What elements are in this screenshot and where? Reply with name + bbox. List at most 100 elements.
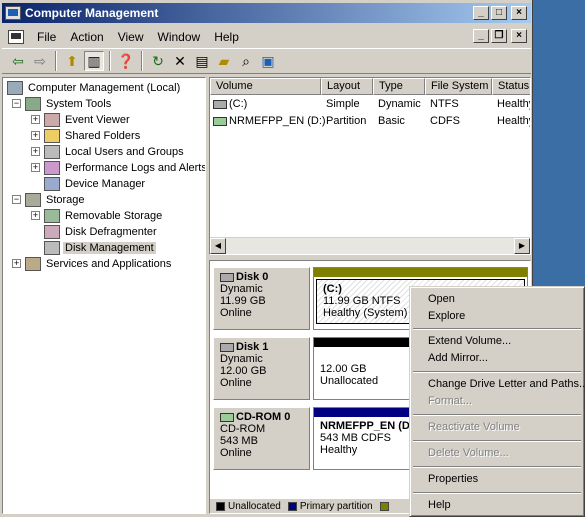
tree-item-perf-logs[interactable]: Performance Logs and Alerts xyxy=(44,160,205,176)
column-header-volume[interactable]: Volume xyxy=(210,78,321,95)
scroll-left-icon[interactable]: ◀ xyxy=(210,238,226,254)
delete-icon[interactable]: ✕ xyxy=(170,51,190,71)
context-menu: Open Explore Extend Volume... Add Mirror… xyxy=(409,286,585,517)
expand-toggle-event-viewer[interactable]: + xyxy=(31,115,40,124)
menu-help[interactable]: Help xyxy=(207,30,246,44)
properties-icon[interactable]: ❓ xyxy=(116,51,136,71)
table-row[interactable]: NRMEFPP_EN (D:) xyxy=(213,113,326,130)
disk-0-info[interactable]: Disk 0 Dynamic 11.99 GB Online xyxy=(213,267,310,330)
storage-icon xyxy=(25,193,41,207)
menu-item-extend-volume[interactable]: Extend Volume... xyxy=(428,333,511,350)
menu-item-properties[interactable]: Properties xyxy=(428,471,478,488)
tree-item-shared-folders[interactable]: Shared Folders xyxy=(44,128,142,144)
expand-toggle-perf-logs[interactable]: + xyxy=(31,163,40,172)
disk-1-info[interactable]: Disk 1 Dynamic 12.00 GB Online xyxy=(213,337,310,400)
menu-window[interactable]: Window xyxy=(151,30,208,44)
forward-arrow-icon[interactable]: ⇨ xyxy=(30,51,50,71)
disk-icon xyxy=(220,342,234,352)
tree-item-system-tools[interactable]: System Tools xyxy=(25,96,113,112)
expand-toggle-shared-folders[interactable]: + xyxy=(31,131,40,140)
event-viewer-icon xyxy=(44,113,60,127)
cdrom-0-info[interactable]: CD-ROM 0 CD-ROM 543 MB Online xyxy=(213,407,310,470)
table-cell-status: Healthy xyxy=(497,115,531,127)
users-icon xyxy=(44,145,60,159)
legend-swatch-unallocated xyxy=(216,501,225,511)
maximize-button[interactable]: □ xyxy=(491,6,507,20)
defragmenter-icon xyxy=(44,225,60,239)
column-header-status[interactable]: Status xyxy=(492,78,530,95)
show-tree-icon[interactable]: ▥ xyxy=(84,51,104,71)
collapse-toggle-system-tools[interactable]: − xyxy=(12,99,21,108)
column-header-type[interactable]: Type xyxy=(373,78,425,95)
menu-bar: File Action View Window Help _ ❐ × xyxy=(2,26,531,47)
table-cell-type: Dynamic xyxy=(378,98,421,110)
tree-item-removable-storage[interactable]: Removable Storage xyxy=(44,208,164,224)
collapse-toggle-storage[interactable]: − xyxy=(12,195,21,204)
minimize-button[interactable]: _ xyxy=(473,6,489,20)
window-title: Computer Management xyxy=(25,6,159,20)
menu-action[interactable]: Action xyxy=(63,30,110,44)
column-header-file-system[interactable]: File System xyxy=(425,78,492,95)
child-minimize-button[interactable]: _ xyxy=(473,29,489,43)
properties-page-icon[interactable]: ▤ xyxy=(192,51,212,71)
help-icon[interactable]: ▣ xyxy=(258,51,278,71)
tree-item-disk-management[interactable]: Disk Management xyxy=(44,240,156,256)
up-folder-icon[interactable]: ⬆ xyxy=(62,51,82,71)
menu-separator xyxy=(413,328,581,330)
tree-item-root[interactable]: Computer Management (Local) xyxy=(7,80,182,96)
menu-file[interactable]: File xyxy=(30,30,63,44)
volume-list: Volume Layout Type File System Status (C… xyxy=(209,77,531,255)
menu-item-explore[interactable]: Explore xyxy=(428,308,465,325)
services-icon xyxy=(25,257,41,271)
table-cell-layout: Partition xyxy=(326,115,367,127)
title-bar[interactable]: Computer Management _ □ × xyxy=(2,3,531,23)
table-cell-fs: NTFS xyxy=(430,98,459,110)
menu-item-delete-volume: Delete Volume... xyxy=(428,447,509,459)
console-icon[interactable] xyxy=(8,29,24,44)
menu-separator xyxy=(413,492,581,494)
expand-toggle-local-users[interactable]: + xyxy=(31,147,40,156)
child-close-button[interactable]: × xyxy=(511,29,527,43)
table-cell-layout: Simple xyxy=(326,98,360,110)
table-cell-type: Basic xyxy=(378,115,405,127)
volume-bar xyxy=(314,268,527,277)
legend-label-unallocated: Unallocated xyxy=(228,500,281,512)
menu-separator xyxy=(413,466,581,468)
open-folder-icon[interactable]: ▰ xyxy=(214,51,234,71)
expand-toggle-removable-storage[interactable]: + xyxy=(31,211,40,220)
menu-item-reactivate-volume: Reactivate Volume xyxy=(428,421,520,433)
drive-icon xyxy=(213,99,227,109)
cd-drive-icon xyxy=(220,412,234,422)
search-icon[interactable]: ⌕ xyxy=(236,51,256,71)
column-header-layout[interactable]: Layout xyxy=(321,78,373,95)
refresh-icon[interactable]: ↻ xyxy=(148,51,168,71)
toolbar-separator xyxy=(141,51,143,71)
cd-drive-icon xyxy=(213,116,227,126)
child-restore-button[interactable]: ❐ xyxy=(491,29,507,43)
tree-item-storage[interactable]: Storage xyxy=(25,192,87,208)
tree-item-device-manager[interactable]: Device Manager xyxy=(44,176,147,192)
performance-icon xyxy=(44,161,60,175)
menu-item-help[interactable]: Help xyxy=(428,497,451,514)
back-arrow-icon[interactable]: ⇦ xyxy=(8,51,28,71)
toolbar-separator xyxy=(109,51,111,71)
menu-item-open[interactable]: Open xyxy=(428,291,455,308)
toolbar-separator xyxy=(55,51,57,71)
close-button[interactable]: × xyxy=(511,6,527,20)
expand-toggle-services[interactable]: + xyxy=(12,259,21,268)
scroll-right-icon[interactable]: ▶ xyxy=(514,238,530,254)
menu-item-add-mirror[interactable]: Add Mirror... xyxy=(428,350,488,367)
tree-item-event-viewer[interactable]: Event Viewer xyxy=(44,112,132,128)
table-row[interactable]: (C:) xyxy=(213,96,247,113)
horizontal-scrollbar[interactable]: ◀ ▶ xyxy=(210,237,530,254)
tree-item-disk-defragmenter[interactable]: Disk Defragmenter xyxy=(44,224,159,240)
device-manager-icon xyxy=(44,177,60,191)
shared-folder-icon xyxy=(44,129,60,143)
computer-management-icon xyxy=(5,6,21,20)
tree-item-local-users[interactable]: Local Users and Groups xyxy=(44,144,186,160)
menu-item-change-drive-letter[interactable]: Change Drive Letter and Paths... xyxy=(428,376,585,393)
menu-separator xyxy=(413,414,581,416)
tree-item-services[interactable]: Services and Applications xyxy=(25,256,173,272)
menu-view[interactable]: View xyxy=(111,30,151,44)
disk-icon xyxy=(220,272,234,282)
